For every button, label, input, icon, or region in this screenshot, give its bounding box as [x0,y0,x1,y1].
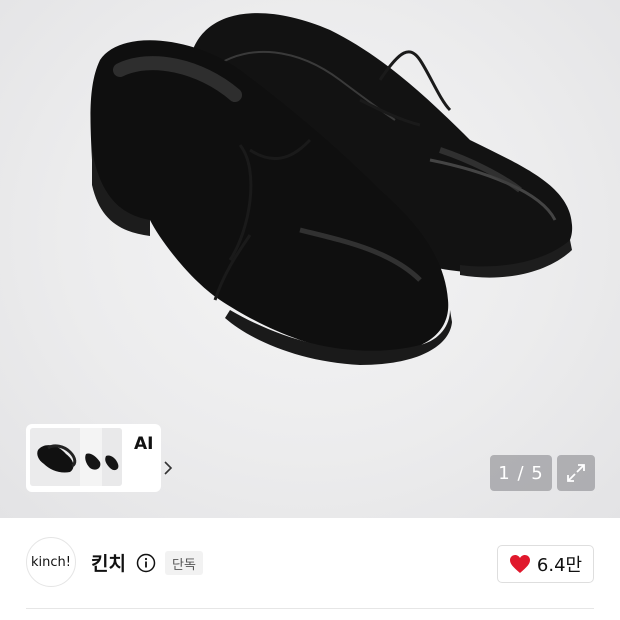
product-image[interactable]: AI 1 / 5 [0,0,620,518]
exclusive-badge-text: 단독 [172,557,196,573]
brand-logo[interactable]: kinch! [26,537,76,587]
brand-logo-text: kinch! [31,554,71,570]
expand-icon [567,464,585,482]
brand-name[interactable]: 킨치 [91,549,126,576]
divider [26,608,594,609]
mini-shoes-image [30,428,122,486]
ai-similar-label: AI [134,434,154,454]
ai-similar-card[interactable]: AI [26,424,173,492]
image-counter: 1 / 5 [490,455,552,491]
chevron-right-icon [164,461,173,475]
exclusive-badge: 단독 [165,551,203,575]
ai-similar-thumbnail [30,428,122,486]
heart-icon [509,555,530,573]
fullscreen-button[interactable] [557,455,595,491]
like-count: 6.4만 [536,555,583,576]
brand-row: kinch! 킨치 단독 6.4만 [0,518,620,620]
image-counter-text: 1 / 5 [498,462,544,484]
info-icon[interactable] [136,553,156,573]
like-button[interactable]: 6.4만 [497,545,594,583]
